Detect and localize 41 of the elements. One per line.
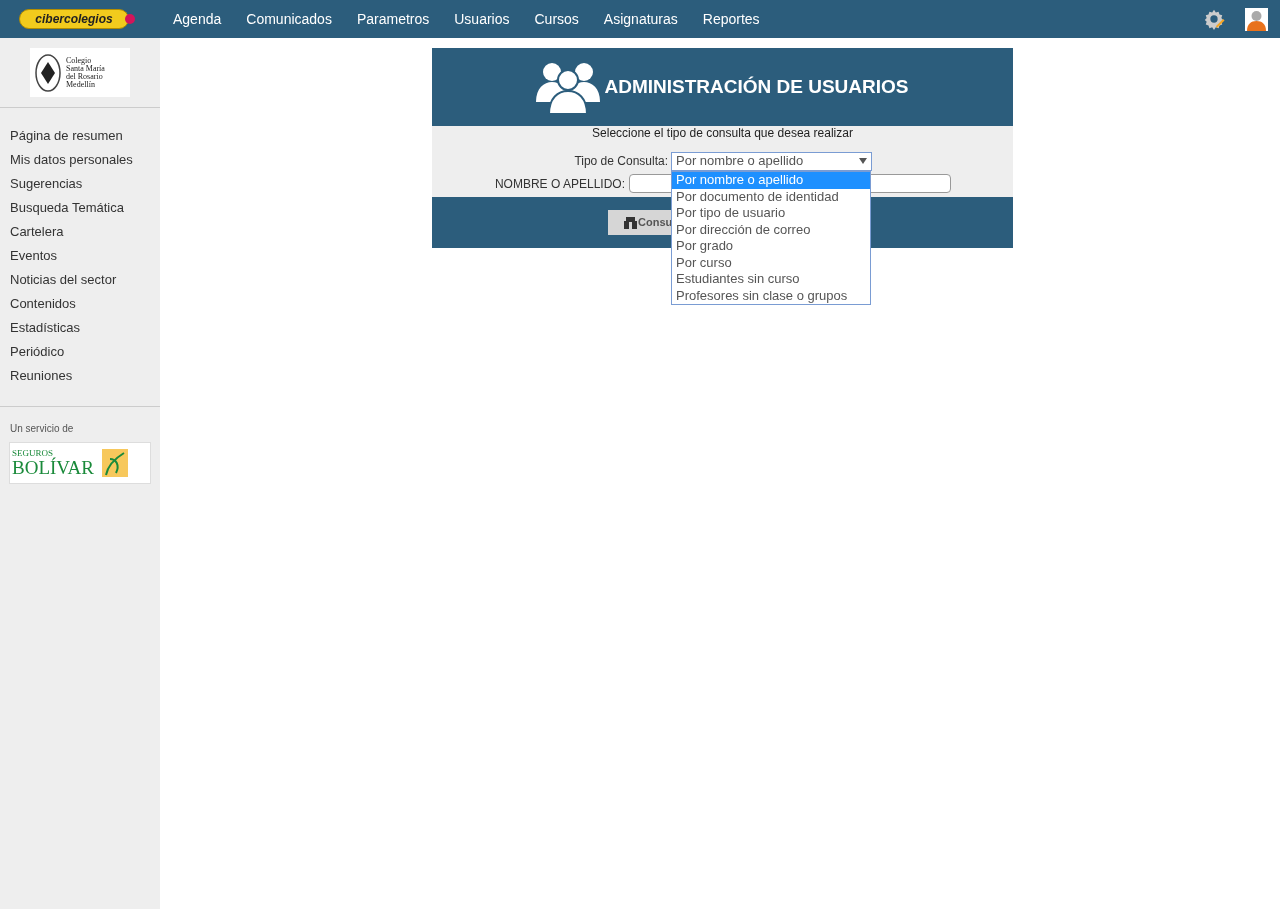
users-icon: [536, 60, 601, 114]
nav-link[interactable]: Agenda: [161, 8, 234, 30]
dropdown-option[interactable]: Profesores sin clase o grupos: [672, 287, 870, 304]
nav-link[interactable]: Asignaturas: [591, 8, 690, 30]
query-type-select[interactable]: Por nombre o apellido: [671, 151, 872, 171]
sidebar-link[interactable]: Contenidos: [0, 292, 160, 316]
user-avatar-icon[interactable]: [1245, 7, 1268, 31]
field-label: NOMBRE O APELLIDO:: [494, 175, 625, 193]
sponsor-name: SEGUROS: [12, 448, 54, 458]
instruction-text: Seleccione el tipo de consulta que desea realizar: [592, 126, 853, 140]
nav-link[interactable]: Parametros: [344, 8, 442, 30]
sidebar-link[interactable]: Sugerencias: [0, 172, 160, 196]
dropdown-option[interactable]: Por documento de identidad: [672, 188, 870, 205]
sidebar-link[interactable]: Noticias del sector: [0, 268, 160, 292]
service-label: Un servicio de: [10, 422, 75, 436]
sidebar-link[interactable]: Mis datos personales: [0, 148, 160, 172]
caret-icon: [859, 158, 867, 164]
sponsor-name: BOLÍVAR: [12, 458, 94, 478]
field-label: Tipo de Consulta:: [574, 153, 668, 170]
sidebar-link[interactable]: Busqueda Temática: [0, 196, 160, 220]
nav-link[interactable]: Cursos: [522, 8, 591, 30]
settings-icon[interactable]: [1203, 8, 1225, 30]
nav-link[interactable]: Usuarios: [442, 8, 522, 30]
sidebar-link[interactable]: Reuniones: [0, 364, 160, 388]
sidebar-link[interactable]: Eventos: [0, 244, 160, 268]
sidebar-link[interactable]: Cartelera: [0, 220, 160, 244]
panel-title: ADMINISTRACIÓN DE USUARIOS: [604, 74, 909, 99]
school-name: del Rosario: [66, 72, 104, 81]
school-name: Colegio: [66, 56, 92, 65]
binoculars-icon: [624, 216, 637, 229]
dropdown-option[interactable]: Estudiantes sin curso: [672, 271, 870, 288]
sidebar-link[interactable]: Estadísticas: [0, 316, 160, 340]
nav-link[interactable]: Reportes: [690, 8, 772, 30]
school-name: Medellín: [66, 80, 96, 89]
sidebar-link[interactable]: Periódico: [0, 340, 160, 364]
dropdown-option[interactable]: Por grado: [672, 238, 870, 255]
sidebar-link[interactable]: Página de resumen: [0, 124, 160, 148]
school-name: Santa María: [66, 64, 105, 73]
dropdown-option[interactable]: Por curso: [672, 254, 870, 271]
crest-icon: [34, 51, 62, 94]
nav-link[interactable]: Comunicados: [234, 8, 344, 30]
